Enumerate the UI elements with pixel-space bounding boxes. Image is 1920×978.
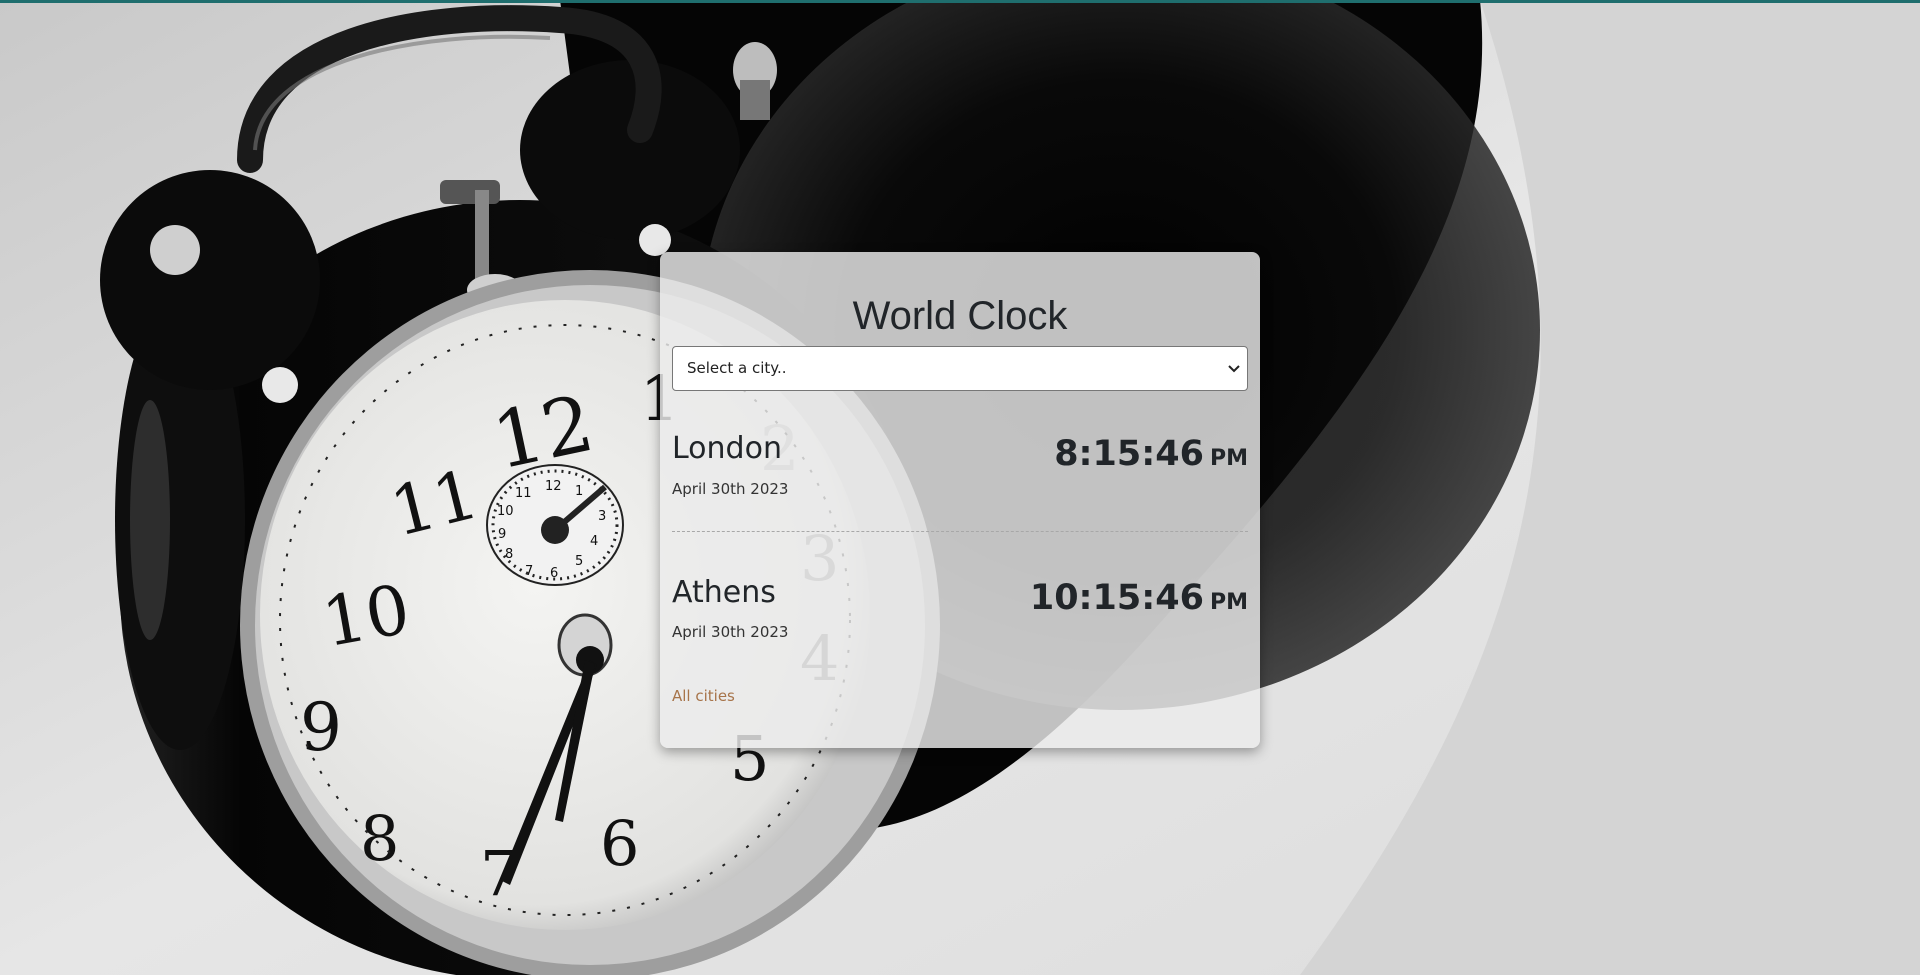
svg-text:6: 6 bbox=[600, 807, 639, 880]
city-select-value: Select a city.. bbox=[687, 359, 787, 377]
city-name: Athens bbox=[672, 575, 776, 610]
city-select[interactable]: Select a city.. bbox=[672, 346, 1248, 391]
city-time-ampm: PM bbox=[1209, 590, 1248, 615]
svg-text:11: 11 bbox=[515, 486, 532, 501]
world-clock-card: World Clock Select a city.. London April… bbox=[660, 252, 1260, 748]
all-cities-link[interactable]: All cities bbox=[672, 687, 735, 705]
svg-text:9: 9 bbox=[300, 689, 342, 766]
svg-text:5: 5 bbox=[575, 554, 583, 569]
page-title: World Clock bbox=[852, 294, 1068, 338]
city-time-value: 10:15:46 bbox=[1029, 578, 1204, 618]
svg-text:8: 8 bbox=[360, 802, 399, 875]
top-accent-bar bbox=[0, 0, 1920, 3]
chevron-down-icon bbox=[1228, 365, 1240, 373]
svg-text:7: 7 bbox=[525, 564, 533, 579]
svg-text:10: 10 bbox=[497, 504, 514, 519]
city-time: 8:15:46 PM bbox=[1054, 433, 1248, 480]
svg-text:9: 9 bbox=[498, 527, 506, 542]
city-date: April 30th 2023 bbox=[672, 623, 789, 641]
svg-text:1: 1 bbox=[575, 484, 583, 499]
svg-text:8: 8 bbox=[505, 547, 513, 562]
city-time: 10:15:46 PM bbox=[1030, 577, 1248, 624]
city-row-athens: Athens April 30th 2023 10:15:46 PM bbox=[672, 532, 1248, 673]
city-date: April 30th 2023 bbox=[672, 480, 789, 498]
svg-text:6: 6 bbox=[550, 566, 558, 581]
svg-text:3: 3 bbox=[598, 509, 606, 524]
city-row-london: London April 30th 2023 8:15:46 PM bbox=[672, 391, 1248, 532]
city-name: London bbox=[672, 431, 782, 466]
svg-text:4: 4 bbox=[590, 534, 598, 549]
svg-text:10: 10 bbox=[317, 570, 416, 663]
city-time-value: 8:15:46 bbox=[1054, 434, 1204, 474]
svg-text:12: 12 bbox=[545, 479, 562, 494]
city-time-ampm: PM bbox=[1209, 446, 1248, 471]
